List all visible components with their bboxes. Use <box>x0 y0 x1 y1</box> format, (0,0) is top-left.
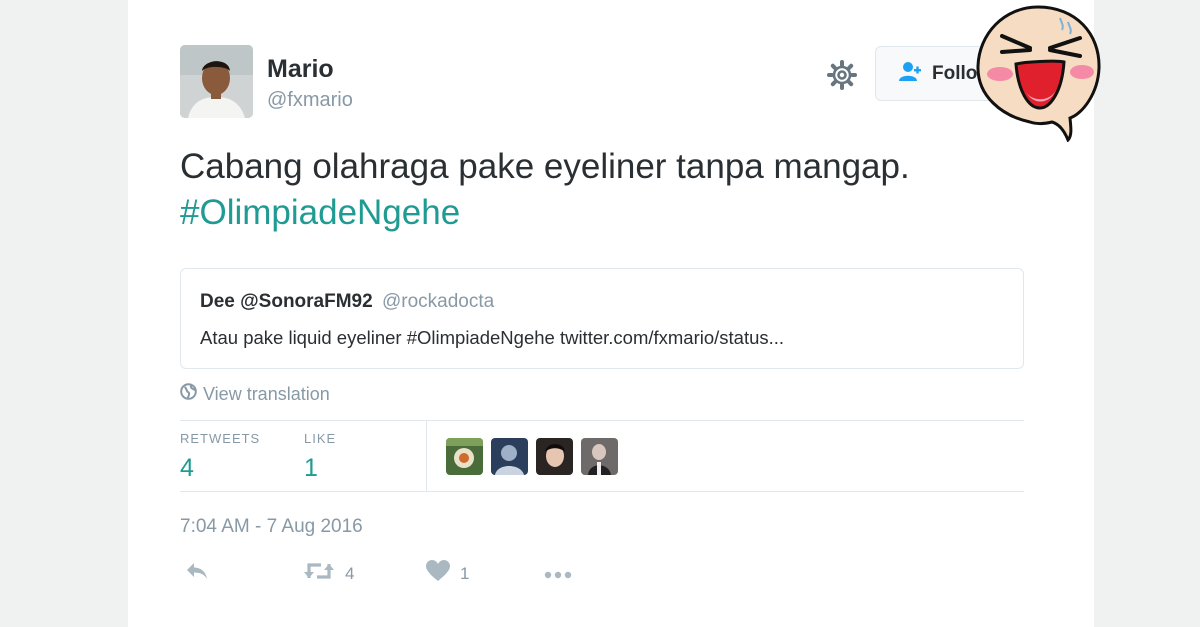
divider <box>180 420 1024 421</box>
reply-button[interactable] <box>184 560 210 587</box>
hashtag-link[interactable]: #OlimpiadeNgehe <box>180 190 1050 236</box>
liker-avatar[interactable] <box>536 438 573 475</box>
follow-label: Follo <box>932 62 978 84</box>
quoted-tweet-text: Atau pake liquid eyeliner #OlimpiadeNgeh… <box>200 327 785 348</box>
avatar[interactable] <box>180 45 253 118</box>
tweet-body: Cabang olahraga pake eyeliner tanpa mang… <box>180 147 910 186</box>
retweet-icon <box>303 560 335 587</box>
retweet-button[interactable]: 4 <box>303 560 354 587</box>
retweets-count: 4 <box>180 454 194 482</box>
retweets-stat[interactable]: RETWEETS 4 <box>180 431 260 483</box>
view-translation-link[interactable]: View translation <box>180 383 330 405</box>
liker-avatar[interactable] <box>581 438 618 475</box>
retweet-count: 4 <box>345 563 355 583</box>
tweet-card: Mario @fxmario Follo Cabang olahraga pak… <box>128 0 1094 627</box>
user-handle[interactable]: @fxmario <box>267 89 353 112</box>
heart-icon <box>426 560 450 587</box>
like-button[interactable]: 1 <box>426 560 469 587</box>
tweet-timestamp[interactable]: 7:04 AM - 7 Aug 2016 <box>180 516 363 538</box>
quoted-tweet[interactable]: Dee @SonoraFM92 @rockadocta Atau pake li… <box>180 268 1024 369</box>
likes-stat[interactable]: LIKE 1 <box>304 431 336 483</box>
liker-avatar[interactable] <box>446 438 483 475</box>
globe-icon <box>180 383 197 405</box>
add-user-icon <box>898 60 922 88</box>
tweet-text: Cabang olahraga pake eyeliner tanpa mang… <box>180 144 1050 236</box>
stats-divider <box>426 421 427 492</box>
divider <box>180 491 1024 492</box>
reply-icon <box>184 560 210 587</box>
view-translation-label: View translation <box>203 383 330 404</box>
more-options-button[interactable] <box>543 565 573 585</box>
like-count: 1 <box>460 563 470 583</box>
liker-avatar[interactable] <box>491 438 528 475</box>
laughing-face-sticker <box>972 4 1104 143</box>
more-icon <box>543 565 573 585</box>
quoted-user-name: Dee @SonoraFM92 <box>200 291 373 312</box>
likers-avatars <box>446 438 618 475</box>
likes-label: LIKE <box>304 431 337 446</box>
gear-icon[interactable] <box>825 58 859 92</box>
retweets-label: RETWEETS <box>180 431 261 446</box>
quoted-user-handle: @rockadocta <box>381 291 495 312</box>
likes-count: 1 <box>304 454 318 482</box>
quoted-tweet-header: Dee @SonoraFM92 @rockadocta <box>200 291 1004 313</box>
user-name[interactable]: Mario <box>267 55 334 84</box>
